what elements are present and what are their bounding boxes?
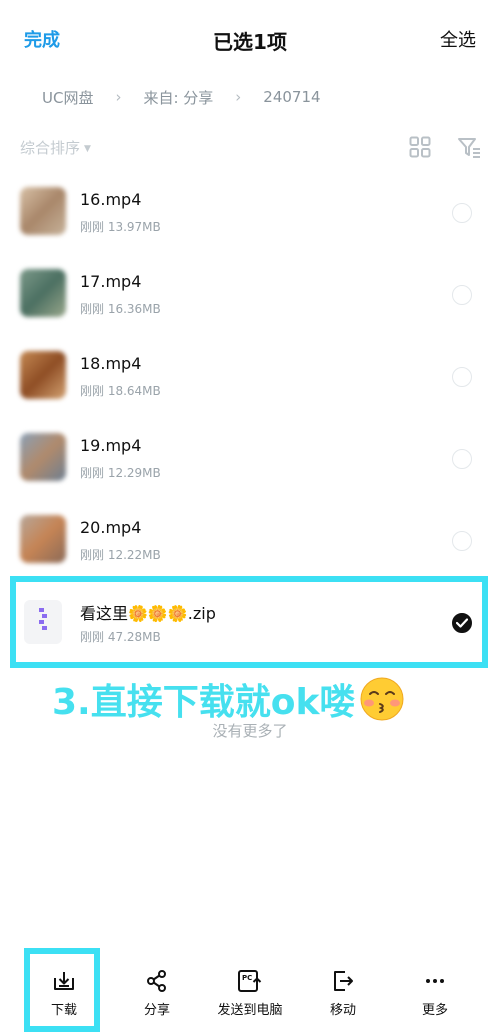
download-icon: [54, 972, 74, 990]
file-name: 20.mp4: [80, 518, 142, 537]
video-thumbnail: [20, 515, 66, 563]
file-meta: 刚刚 12.29MB: [80, 466, 161, 480]
move-icon: [334, 971, 353, 991]
select-checkbox[interactable]: [452, 531, 472, 551]
more-button[interactable]: 更多: [395, 965, 475, 1025]
breadcrumb-item-folder[interactable]: 240714: [263, 88, 320, 106]
file-row-selected[interactable]: 看这里🌼🌼🌼.zip 刚刚 47.28MB: [0, 580, 500, 662]
breadcrumb: UC网盘 › 来自: 分享 › 240714: [42, 86, 321, 108]
file-row[interactable]: 18.mp4 刚刚 18.64MB: [0, 334, 500, 416]
filter-icon[interactable]: [457, 136, 481, 158]
move-button[interactable]: 移动: [303, 965, 383, 1025]
file-meta: 刚刚 47.28MB: [80, 630, 161, 644]
top-header: 完成 已选1项 全选: [0, 0, 500, 80]
grid-view-icon[interactable]: [409, 136, 431, 158]
share-label: 分享: [143, 1003, 170, 1018]
share-button[interactable]: 分享: [117, 965, 197, 1025]
select-checkbox[interactable]: [452, 285, 472, 305]
file-meta: 刚刚 18.64MB: [80, 384, 161, 398]
file-row[interactable]: 17.mp4 刚刚 16.36MB: [0, 252, 500, 334]
file-row[interactable]: 19.mp4 刚刚 12.29MB: [0, 416, 500, 498]
video-thumbnail: [20, 187, 66, 235]
download-button[interactable]: 下载: [24, 965, 104, 1025]
file-name: 16.mp4: [80, 190, 142, 209]
more-label: 更多: [421, 1003, 448, 1018]
sort-label: 综合排序: [20, 139, 81, 157]
file-meta: 刚刚 16.36MB: [80, 302, 161, 316]
video-thumbnail: [20, 351, 66, 399]
annotation-label: 3.直接下载就ok喽: [52, 682, 356, 723]
send-to-pc-button[interactable]: PC 发送到电脑: [210, 965, 290, 1025]
file-meta: 刚刚 13.97MB: [80, 220, 161, 234]
chevron-right-icon: ›: [115, 88, 122, 106]
file-name: 17.mp4: [80, 272, 142, 291]
send-to-pc-label: 发送到电脑: [217, 1003, 283, 1018]
select-checkbox[interactable]: [452, 449, 472, 469]
breadcrumb-item-root[interactable]: UC网盘: [42, 87, 93, 108]
file-name: 看这里🌼🌼🌼.zip: [80, 604, 216, 623]
share-icon: [147, 970, 166, 992]
video-thumbnail: [20, 433, 66, 481]
selection-title: 已选1项: [213, 30, 287, 54]
list-toolbar: 综合排序 ▼: [0, 134, 500, 164]
breadcrumb-item-share[interactable]: 来自: 分享: [143, 87, 213, 108]
annotation-text: 3.直接下载就ok喽: [52, 674, 405, 724]
video-thumbnail: [20, 269, 66, 317]
file-row[interactable]: 16.mp4 刚刚 13.97MB: [0, 170, 500, 252]
svg-text:PC: PC: [242, 974, 252, 982]
select-checkbox[interactable]: [452, 203, 472, 223]
zip-file-icon: [24, 600, 62, 644]
file-name: 18.mp4: [80, 354, 142, 373]
caret-down-icon: ▼: [84, 143, 91, 154]
sort-dropdown[interactable]: 综合排序 ▼: [20, 137, 91, 158]
kissing-face-icon: [360, 677, 404, 721]
send-to-pc-icon: PC: [238, 970, 262, 992]
chevron-right-icon: ›: [235, 88, 242, 106]
file-meta: 刚刚 12.22MB: [80, 548, 161, 562]
checkmark-icon: [456, 618, 468, 628]
download-label: 下载: [50, 1003, 77, 1018]
end-of-list-hint: 没有更多了: [212, 722, 288, 740]
bottom-action-bar: 下载 分享 PC 发送到电脑 移动 更多: [0, 955, 500, 1035]
select-checkbox[interactable]: [452, 367, 472, 387]
file-row[interactable]: 20.mp4 刚刚 12.22MB: [0, 498, 500, 580]
select-checkbox-checked[interactable]: [452, 613, 472, 633]
select-all-button[interactable]: 全选: [440, 26, 476, 52]
file-name: 19.mp4: [80, 436, 142, 455]
more-icon: [426, 979, 444, 983]
move-label: 移动: [329, 1003, 356, 1018]
